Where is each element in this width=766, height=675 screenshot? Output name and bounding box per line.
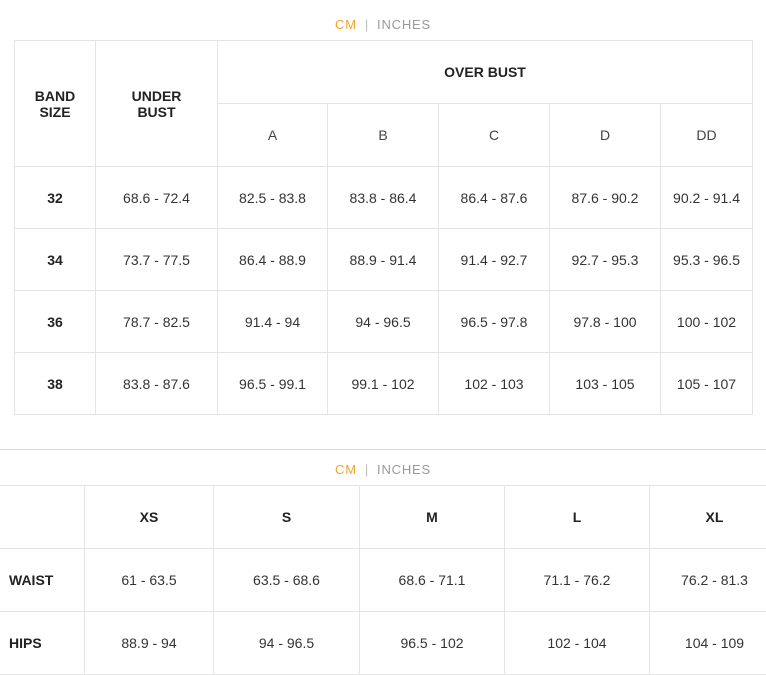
size-cell: 71.1 - 76.2 <box>505 549 650 612</box>
unit-toggle-size: CM | INCHES <box>0 462 766 477</box>
empty-corner-cell <box>0 486 85 549</box>
cup-cell: 105 - 107 <box>661 353 753 415</box>
size-cell: 104 - 109 <box>650 612 766 675</box>
band-size-cell: 36 <box>15 291 96 353</box>
unit-cm-tab[interactable]: CM <box>335 17 357 32</box>
cup-cell: 97.8 - 100 <box>550 291 661 353</box>
unit-toggle-bra: CM | INCHES <box>0 17 766 32</box>
band-size-header: BAND SIZE <box>15 41 96 167</box>
cup-cell: 92.7 - 95.3 <box>550 229 661 291</box>
under-bust-header-line2: BUST <box>137 104 175 120</box>
size-cell: 61 - 63.5 <box>85 549 214 612</box>
table-row: 38 83.8 - 87.6 96.5 - 99.1 99.1 - 102 10… <box>15 353 753 415</box>
size-header: M <box>360 486 505 549</box>
cup-cell: 86.4 - 88.9 <box>218 229 328 291</box>
under-bust-header-line1: UNDER <box>132 88 182 104</box>
under-bust-header: UNDER BUST <box>96 41 218 167</box>
cup-cell: 86.4 - 87.6 <box>439 167 550 229</box>
cup-cell: 94 - 96.5 <box>328 291 439 353</box>
band-size-cell: 32 <box>15 167 96 229</box>
table-row: 32 68.6 - 72.4 82.5 - 83.8 83.8 - 86.4 8… <box>15 167 753 229</box>
under-bust-cell: 83.8 - 87.6 <box>96 353 218 415</box>
cup-cell: 90.2 - 91.4 <box>661 167 753 229</box>
cup-header: DD <box>661 104 753 167</box>
cup-cell: 83.8 - 86.4 <box>328 167 439 229</box>
table-row: WAIST 61 - 63.5 63.5 - 68.6 68.6 - 71.1 … <box>0 549 766 612</box>
cup-cell: 88.9 - 91.4 <box>328 229 439 291</box>
band-size-header-line2: SIZE <box>39 104 70 120</box>
cup-cell: 103 - 105 <box>550 353 661 415</box>
unit-separator: | <box>365 462 369 477</box>
under-bust-cell: 78.7 - 82.5 <box>96 291 218 353</box>
table-row: 34 73.7 - 77.5 86.4 - 88.9 88.9 - 91.4 9… <box>15 229 753 291</box>
size-header: XL <box>650 486 766 549</box>
size-header: S <box>214 486 360 549</box>
band-size-cell: 38 <box>15 353 96 415</box>
band-size-cell: 34 <box>15 229 96 291</box>
cup-header: A <box>218 104 328 167</box>
unit-cm-tab[interactable]: CM <box>335 462 357 477</box>
size-cell: 76.2 - 81.3 <box>650 549 766 612</box>
size-cell: 68.6 - 71.1 <box>360 549 505 612</box>
unit-inches-tab[interactable]: INCHES <box>377 17 431 32</box>
band-size-header-line1: BAND <box>35 88 75 104</box>
table-row: HIPS 88.9 - 94 94 - 96.5 96.5 - 102 102 … <box>0 612 766 675</box>
unit-separator: | <box>365 17 369 32</box>
cup-cell: 91.4 - 92.7 <box>439 229 550 291</box>
size-header: XS <box>85 486 214 549</box>
size-cell: 63.5 - 68.6 <box>214 549 360 612</box>
cup-cell: 102 - 103 <box>439 353 550 415</box>
measurement-label: HIPS <box>0 612 85 675</box>
size-cell: 102 - 104 <box>505 612 650 675</box>
clothing-size-table: XS S M L XL WAIST 61 - 63.5 63.5 - 68.6 … <box>0 485 766 675</box>
unit-inches-tab[interactable]: INCHES <box>377 462 431 477</box>
measurement-label: WAIST <box>0 549 85 612</box>
cup-cell: 96.5 - 99.1 <box>218 353 328 415</box>
cup-header: D <box>550 104 661 167</box>
size-cell: 94 - 96.5 <box>214 612 360 675</box>
table-row: 36 78.7 - 82.5 91.4 - 94 94 - 96.5 96.5 … <box>15 291 753 353</box>
cup-cell: 100 - 102 <box>661 291 753 353</box>
size-cell: 96.5 - 102 <box>360 612 505 675</box>
cup-cell: 96.5 - 97.8 <box>439 291 550 353</box>
under-bust-cell: 68.6 - 72.4 <box>96 167 218 229</box>
under-bust-cell: 73.7 - 77.5 <box>96 229 218 291</box>
cup-cell: 91.4 - 94 <box>218 291 328 353</box>
cup-header: B <box>328 104 439 167</box>
cup-cell: 99.1 - 102 <box>328 353 439 415</box>
bra-size-table: BAND SIZE UNDER BUST OVER BUST A B C D D… <box>14 40 753 415</box>
size-header: L <box>505 486 650 549</box>
over-bust-header: OVER BUST <box>218 41 753 104</box>
cup-cell: 87.6 - 90.2 <box>550 167 661 229</box>
size-cell: 88.9 - 94 <box>85 612 214 675</box>
cup-cell: 82.5 - 83.8 <box>218 167 328 229</box>
section-divider <box>0 449 766 450</box>
table-row: XS S M L XL <box>0 486 766 549</box>
cup-header: C <box>439 104 550 167</box>
cup-cell: 95.3 - 96.5 <box>661 229 753 291</box>
